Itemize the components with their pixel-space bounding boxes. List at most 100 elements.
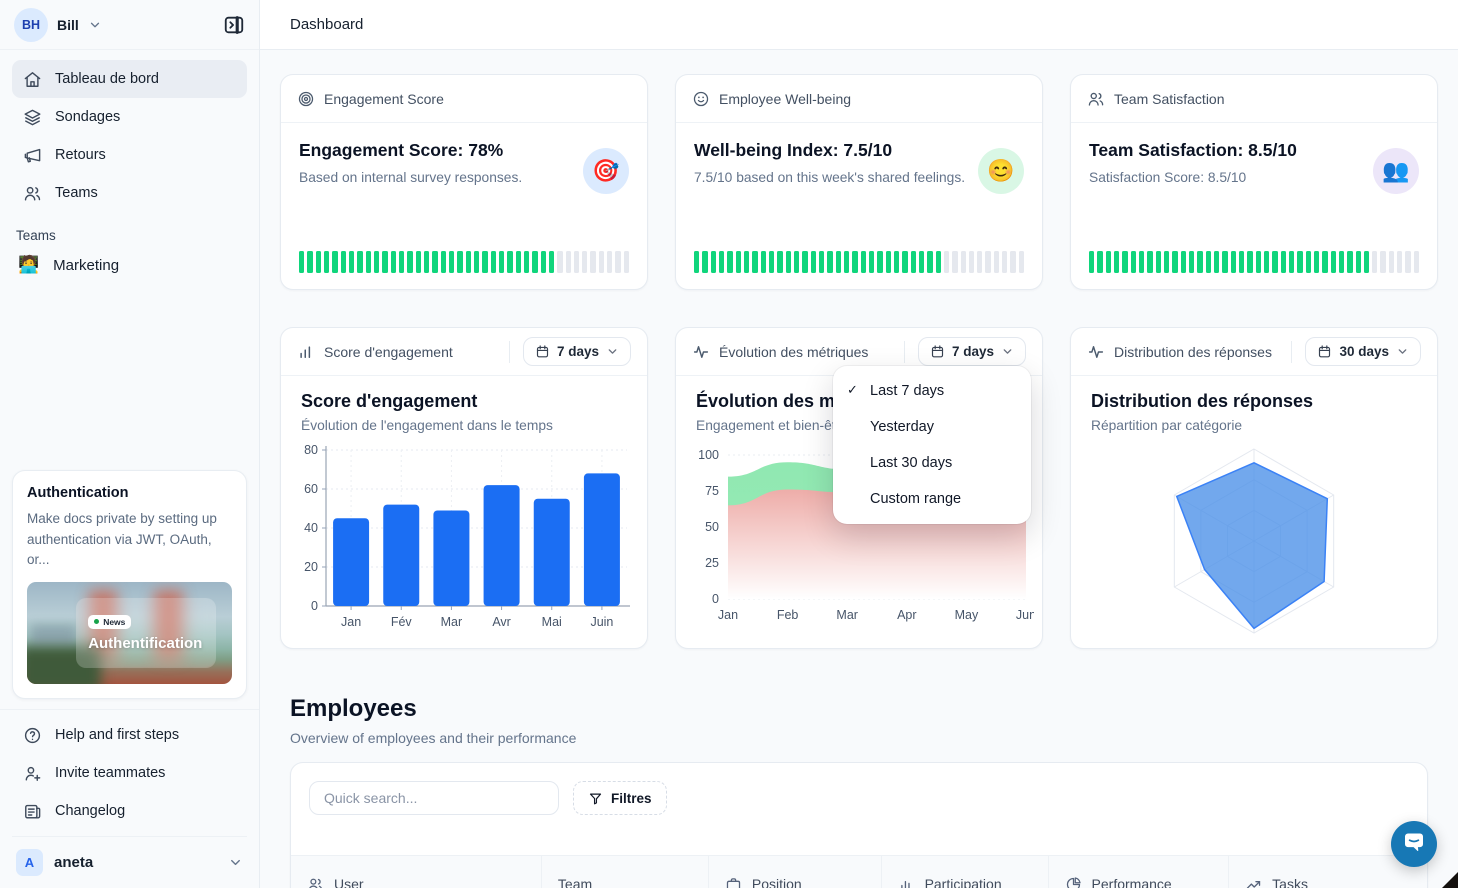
menu-item-custom-range[interactable]: Custom range (833, 481, 1031, 517)
sidebar-item-changelog[interactable]: Changelog (12, 792, 247, 830)
stat-card-body: Team Satisfaction: 8.5/10Satisfaction Sc… (1071, 123, 1437, 251)
authentication-promo-card[interactable]: Authentication Make docs private by sett… (12, 470, 247, 699)
progress-segment (332, 251, 337, 273)
page-title: Dashboard (290, 16, 363, 33)
column-header-user[interactable]: User (291, 856, 541, 888)
svg-text:40: 40 (304, 521, 318, 535)
divider (1291, 341, 1292, 363)
svg-text:60: 60 (304, 482, 318, 496)
sidebar-item-teams[interactable]: Teams (12, 174, 247, 212)
pie-icon (1065, 876, 1082, 888)
svg-text:80: 80 (304, 443, 318, 457)
promo-body: Make docs private by setting up authenti… (27, 509, 232, 570)
chevron-down-icon (1001, 345, 1014, 358)
progress-segment (736, 251, 741, 273)
stat-emoji-badge: 🎯 (583, 148, 629, 194)
progress-segment (615, 251, 620, 273)
news-badge: News (88, 615, 131, 629)
stat-title: Engagement Score: 78% (299, 140, 522, 161)
employees-title: Employees (290, 695, 1428, 723)
progress-segment (382, 251, 387, 273)
sidebar-item-invite-teammates[interactable]: Invite teammates (12, 754, 247, 792)
date-range-button[interactable]: 7 days (918, 337, 1026, 366)
users-icon (23, 184, 42, 203)
sidebar-item-sondages[interactable]: Sondages (12, 98, 247, 136)
date-range-label: 30 days (1339, 344, 1389, 359)
column-header-tasks[interactable]: Tasks (1228, 856, 1427, 888)
calendar-icon (535, 344, 550, 359)
check-icon: ✓ (847, 382, 858, 398)
progress-segment (1156, 251, 1161, 273)
svg-text:May: May (955, 608, 979, 622)
progress-segment (466, 251, 471, 273)
sidebar-collapse-icon[interactable] (223, 14, 245, 36)
progress-segment (541, 251, 546, 273)
progress-segment (694, 251, 699, 273)
menu-item-label: Yesterday (870, 419, 934, 435)
progress-segment (1331, 251, 1336, 273)
stat-card-header: Engagement Score (281, 75, 647, 123)
chevron-down-icon (606, 345, 619, 358)
sidebar-header: BH Bill (0, 0, 259, 50)
progress-segment (349, 251, 354, 273)
sidebar-nav: Tableau de bord Sondages Retours Teams (0, 50, 259, 212)
progress-segment (357, 251, 362, 273)
stat-card-engagement-score: Engagement ScoreEngagement Score: 78%Bas… (280, 74, 648, 290)
progress-segment (1231, 251, 1236, 273)
chart-card-0: Score d'engagement7 daysScore d'engageme… (280, 327, 648, 649)
chart-subtitle: Répartition par catégorie (1071, 412, 1437, 433)
progress-segment (869, 251, 874, 273)
home-icon (23, 70, 42, 89)
progress-segment (366, 251, 371, 273)
menu-item-last-7-days[interactable]: ✓Last 7 days (833, 373, 1031, 409)
progress-segment (969, 251, 974, 273)
column-header-participation[interactable]: Participation (881, 856, 1048, 888)
column-header-team[interactable]: Team (541, 856, 708, 888)
briefcase-icon (725, 876, 742, 888)
target-icon (297, 90, 315, 108)
chart-subtitle: Évolution de l'engagement dans le temps (281, 412, 647, 433)
column-label: User (334, 876, 364, 888)
sidebar: BH Bill Tableau de bord Sondages Retours Te… (0, 0, 260, 888)
table-toolbar: Filtres (291, 763, 1427, 815)
progress-segment (1297, 251, 1302, 273)
layers-icon (23, 108, 42, 127)
sidebar-item-help-and-first-steps[interactable]: Help and first steps (12, 716, 247, 754)
filters-label: Filtres (611, 791, 652, 806)
chart-area: 020406080JanFévMarAvrMaiJuin (281, 433, 647, 648)
progress-segment (1197, 251, 1202, 273)
menu-item-yesterday[interactable]: Yesterday (833, 409, 1031, 445)
app: BH Bill Tableau de bord Sondages Retours Te… (0, 0, 1458, 888)
column-header-position[interactable]: Position (708, 856, 881, 888)
progress-segment (316, 251, 321, 273)
progress-segment (844, 251, 849, 273)
workspace-switcher[interactable]: A aneta (12, 836, 247, 888)
chat-launcher-button[interactable] (1391, 821, 1437, 867)
sidebar-item-retours[interactable]: Retours (12, 136, 247, 174)
progress-segment (499, 251, 504, 273)
column-header-performance[interactable]: Performance (1048, 856, 1229, 888)
progress-segment (1364, 251, 1369, 273)
progress-segment (794, 251, 799, 273)
search-input[interactable] (309, 781, 559, 815)
progress-segment (532, 251, 537, 273)
progress-segment (702, 251, 707, 273)
progress-segment (1239, 251, 1244, 273)
menu-item-last-30-days[interactable]: Last 30 days (833, 445, 1031, 481)
svg-text:Mai: Mai (541, 615, 561, 629)
sidebar-item-label: Sondages (55, 109, 120, 125)
sidebar-item-label: Teams (55, 185, 98, 201)
date-range-button[interactable]: 30 days (1305, 337, 1421, 366)
team-emoji: 🧑‍💻 (18, 255, 39, 275)
sidebar-team-item-marketing[interactable]: 🧑‍💻Marketing (0, 247, 259, 275)
employees-table-card: Filtres User TeamPositionParticipationPer… (290, 762, 1428, 888)
progress-segment (416, 251, 421, 273)
sidebar-item-tableau-de-bord[interactable]: Tableau de bord (12, 60, 247, 98)
progress-segment (341, 251, 346, 273)
user-name[interactable]: Bill (57, 17, 79, 33)
date-range-button[interactable]: 7 days (523, 337, 631, 366)
progress-segment (1380, 251, 1385, 273)
user-avatar[interactable]: BH (14, 8, 48, 42)
filters-button[interactable]: Filtres (573, 781, 667, 815)
progress-segment (727, 251, 732, 273)
